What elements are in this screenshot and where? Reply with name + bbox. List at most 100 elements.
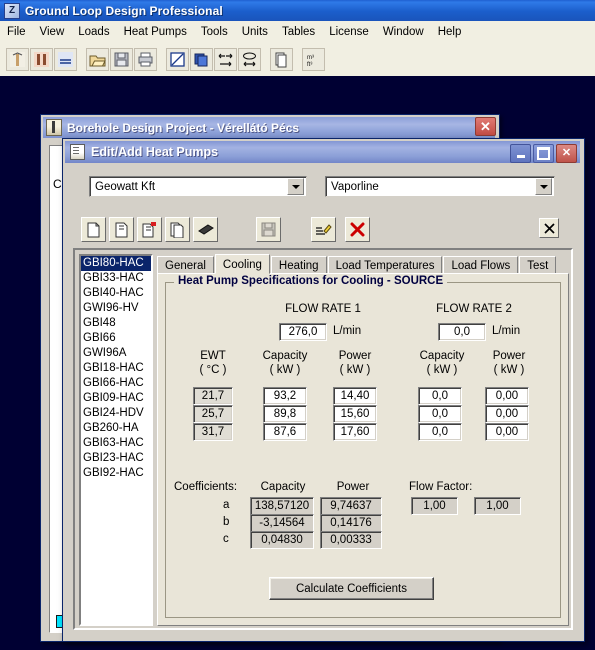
tab-test[interactable]: Test: [519, 256, 557, 274]
flow-left-right-icon[interactable]: [214, 47, 237, 71]
svg-text:m³: m³: [307, 55, 314, 61]
chevron-down-icon[interactable]: [287, 178, 304, 195]
list-item[interactable]: GBI18-HAC: [81, 361, 151, 376]
edit-pencil-icon[interactable]: [311, 217, 336, 242]
menu-item-tools[interactable]: Tools: [194, 24, 235, 40]
list-item[interactable]: GBI40-HAC: [81, 286, 151, 301]
list-item[interactable]: GBI80-HAC: [81, 256, 151, 271]
heat-pumps-titlebar[interactable]: Edit/Add Heat Pumps ✕: [65, 141, 580, 163]
borehole-close-button[interactable]: ✕: [475, 117, 496, 136]
menu-item-file[interactable]: File: [0, 24, 33, 40]
borehole-icon[interactable]: [6, 47, 29, 71]
selector-row: Geowatt Kft Vaporline: [65, 176, 580, 202]
menu-item-heat-pumps[interactable]: Heat Pumps: [117, 24, 194, 40]
list-item[interactable]: GBI66-HAC: [81, 376, 151, 391]
coefficient-c-capacity[interactable]: 0,04830: [250, 531, 314, 549]
list-item[interactable]: GBI24-HDV: [81, 406, 151, 421]
list-item[interactable]: GBI48: [81, 316, 151, 331]
new-document-icon[interactable]: [81, 217, 106, 242]
model-combobox[interactable]: Vaporline: [325, 176, 555, 197]
manufacturer-combobox[interactable]: Geowatt Kft: [89, 176, 307, 197]
ewt-input-row-3[interactable]: 31,7: [193, 423, 233, 441]
list-item[interactable]: GBI92-HAC: [81, 466, 151, 481]
ewt-header: EWT: [200, 350, 226, 362]
flow-factor-2-input[interactable]: 1,00: [474, 497, 521, 515]
close-x-icon[interactable]: [539, 218, 559, 238]
flow-rate-1-input[interactable]: 276,0: [279, 323, 327, 341]
capacity-1-row-3[interactable]: 87,6: [263, 423, 307, 441]
duplicate-stack-icon[interactable]: [165, 217, 190, 242]
borehole-titlebar[interactable]: Borehole Design Project - Vérellátó Pécs: [43, 117, 495, 138]
minimize-button[interactable]: [510, 144, 531, 163]
edit-add-heat-pumps-window[interactable]: Edit/Add Heat Pumps ✕ Geowatt Kft Vaporl…: [62, 138, 585, 642]
coefficient-a-power[interactable]: 9,74637: [320, 497, 382, 515]
list-item[interactable]: GBI33-HAC: [81, 271, 151, 286]
ewt-input-row-1[interactable]: 21,7: [193, 387, 233, 405]
coefficient-c-power[interactable]: 0,00333: [320, 531, 382, 549]
maximize-button[interactable]: [533, 144, 554, 163]
tab-heating[interactable]: Heating: [270, 256, 327, 274]
capacity-1-row-1[interactable]: 93,2: [263, 387, 307, 405]
coefficient-b-power[interactable]: 0,14176: [320, 514, 382, 532]
copy-pages-icon[interactable]: [190, 47, 213, 71]
diagonal-square-icon[interactable]: [166, 47, 189, 71]
power-2-row-3[interactable]: 0,00: [485, 423, 529, 441]
flow-converge-icon[interactable]: [238, 47, 261, 71]
groupbox-title: Heat Pump Specifications for Cooling - S…: [174, 275, 448, 287]
menu-item-view[interactable]: View: [33, 24, 72, 40]
tab-general[interactable]: General: [157, 256, 214, 274]
flow-rate-2-input[interactable]: 0,0: [438, 323, 486, 341]
column-icon[interactable]: [30, 47, 53, 71]
save-icon[interactable]: [110, 47, 133, 71]
capacity-2-unit: ( kW ): [426, 364, 458, 376]
heat-pump-model-listbox[interactable]: GBI80-HAC GBI33-HAC GBI40-HAC GWI96-HV G…: [79, 254, 153, 626]
power-1-row-3[interactable]: 17,60: [333, 423, 377, 441]
minimize-icon: [516, 154, 525, 158]
power-1-row-1[interactable]: 14,40: [333, 387, 377, 405]
power-2-row-1[interactable]: 0,00: [485, 387, 529, 405]
list-item[interactable]: GWI96A: [81, 346, 151, 361]
copy-document-icon[interactable]: [109, 217, 134, 242]
tab-load-flows[interactable]: Load Flows: [443, 256, 519, 274]
capacity-2-row-1[interactable]: 0,0: [418, 387, 462, 405]
menu-item-loads[interactable]: Loads: [71, 24, 116, 40]
coefficients-label: Coefficients:: [174, 481, 238, 493]
close-button[interactable]: ✕: [556, 144, 577, 163]
flow-factor-1-input[interactable]: 1,00: [411, 497, 458, 515]
coefficient-row-b-label: b: [223, 516, 230, 528]
list-item[interactable]: GBI23-HAC: [81, 451, 151, 466]
save-disk-icon[interactable]: [256, 217, 281, 242]
list-item[interactable]: GBI66: [81, 331, 151, 346]
capacity-1-row-2[interactable]: 89,8: [263, 405, 307, 423]
coefficient-b-capacity[interactable]: -3,14564: [250, 514, 314, 532]
list-item[interactable]: GBI09-HAC: [81, 391, 151, 406]
coefficient-power-header: Power: [336, 481, 370, 493]
chevron-down-icon[interactable]: [535, 178, 552, 195]
power-2-row-2[interactable]: 0,00: [485, 405, 529, 423]
tab-load-temperatures[interactable]: Load Temperatures: [327, 256, 443, 274]
menu-item-help[interactable]: Help: [431, 24, 469, 40]
unit-convert-icon[interactable]: m³ ft³: [302, 47, 325, 71]
tab-cooling[interactable]: Cooling: [214, 254, 270, 274]
open-folder-icon[interactable]: [86, 47, 109, 71]
calculate-coefficients-button[interactable]: Calculate Coefficients: [269, 577, 434, 600]
delete-x-icon[interactable]: [345, 217, 370, 242]
menu-item-tables[interactable]: Tables: [275, 24, 322, 40]
coefficient-a-capacity[interactable]: 138,57120: [250, 497, 314, 515]
duplicate-page-icon[interactable]: [270, 47, 293, 71]
print-icon[interactable]: [134, 47, 157, 71]
menu-item-window[interactable]: Window: [376, 24, 431, 40]
ewt-input-row-2[interactable]: 25,7: [193, 405, 233, 423]
list-item[interactable]: GBI63-HAC: [81, 436, 151, 451]
list-item[interactable]: GB260-HA: [81, 421, 151, 436]
capacity-2-row-3[interactable]: 0,0: [418, 423, 462, 441]
eraser-icon[interactable]: [193, 217, 218, 242]
power-1-row-2[interactable]: 15,60: [333, 405, 377, 423]
capacity-2-row-2[interactable]: 0,0: [418, 405, 462, 423]
list-item[interactable]: GWI96-HV: [81, 301, 151, 316]
horizontal-loop-icon[interactable]: [54, 47, 77, 71]
new-with-flag-icon[interactable]: [137, 217, 162, 242]
menu-item-license[interactable]: License: [322, 24, 376, 40]
menu-item-units[interactable]: Units: [235, 24, 275, 40]
coefficient-row-a-label: a: [223, 499, 230, 511]
